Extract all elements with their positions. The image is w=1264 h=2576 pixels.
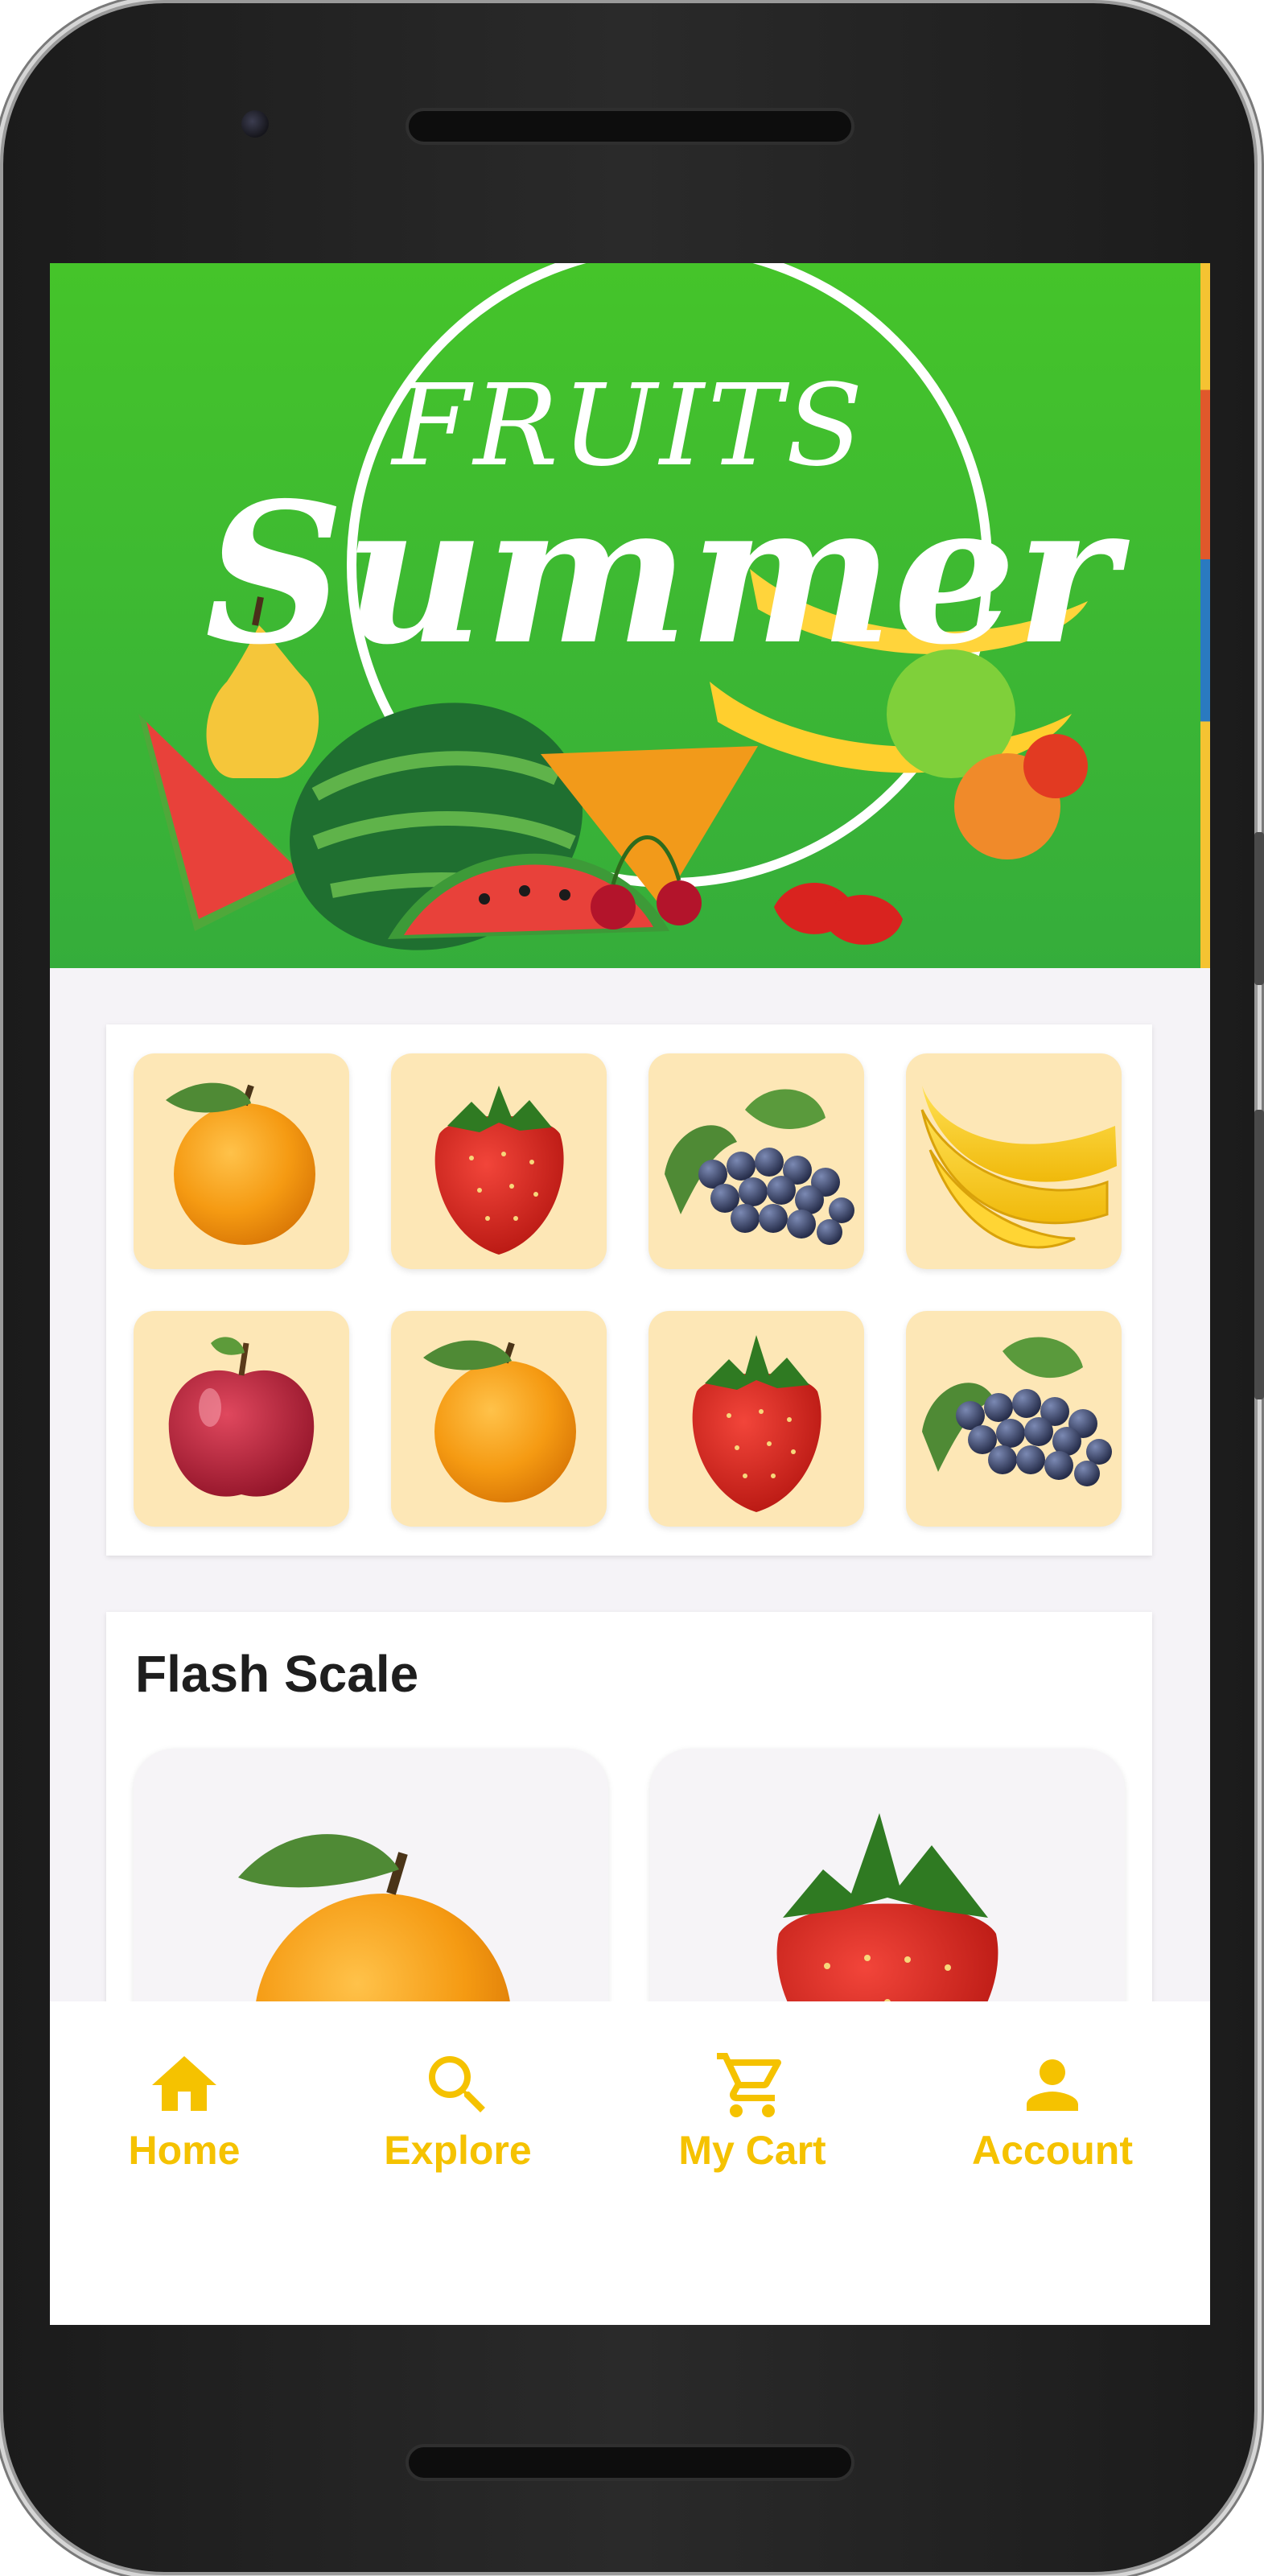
category-tile-grapes[interactable] bbox=[648, 1053, 864, 1269]
bottom-speaker bbox=[406, 2444, 854, 2481]
bottom-navigation: Home Explore My Cart Account bbox=[50, 2001, 1210, 2325]
category-tile-strawberry[interactable] bbox=[391, 1053, 607, 1269]
category-grid bbox=[106, 1024, 1152, 1556]
category-tile-strawberry-2[interactable] bbox=[648, 1311, 864, 1527]
strawberry-icon bbox=[692, 1335, 821, 1512]
banner-line2: Summer bbox=[205, 460, 1130, 687]
promo-banner[interactable]: FRUITS Summer bbox=[50, 263, 1210, 968]
account-icon bbox=[1027, 2059, 1078, 2111]
nav-label-home: Home bbox=[128, 2128, 241, 2173]
nav-my-cart[interactable]: My Cart bbox=[640, 2046, 865, 2174]
cart-icon bbox=[717, 2053, 782, 2117]
category-tile-apple[interactable] bbox=[134, 1311, 349, 1527]
app-screen: FRUITS Summer Flash Scale Home Explore M… bbox=[50, 263, 1210, 2325]
category-tile-grapes-2[interactable] bbox=[906, 1311, 1122, 1527]
banana-icon bbox=[920, 1086, 1117, 1249]
nav-label-my-cart: My Cart bbox=[678, 2128, 826, 2173]
nav-label-account: Account bbox=[972, 2128, 1133, 2173]
next-banner-peek bbox=[1200, 263, 1210, 968]
orange-icon bbox=[423, 1340, 576, 1502]
search-icon bbox=[429, 2056, 485, 2112]
nav-account[interactable]: Account bbox=[940, 2046, 1165, 2174]
strawberry-icon bbox=[434, 1086, 564, 1255]
home-icon bbox=[152, 2056, 216, 2111]
nav-home[interactable]: Home bbox=[72, 2046, 297, 2174]
nav-label-explore: Explore bbox=[384, 2128, 532, 2173]
apple-icon bbox=[168, 1337, 315, 1497]
front-camera bbox=[241, 110, 269, 138]
section-title: Flash Scale bbox=[135, 1645, 419, 1703]
category-tile-orange[interactable] bbox=[134, 1053, 349, 1269]
orange-icon bbox=[166, 1082, 315, 1245]
category-tile-orange-2[interactable] bbox=[391, 1311, 607, 1527]
volume-button bbox=[1254, 832, 1264, 985]
power-button bbox=[1254, 1110, 1264, 1399]
grapes-icon bbox=[922, 1337, 1112, 1486]
nav-explore[interactable]: Explore bbox=[345, 2046, 570, 2174]
grapes-icon bbox=[665, 1089, 854, 1245]
category-tile-banana[interactable] bbox=[906, 1053, 1122, 1269]
top-speaker bbox=[406, 108, 854, 145]
banner-illustration: FRUITS Summer bbox=[138, 263, 1130, 950]
